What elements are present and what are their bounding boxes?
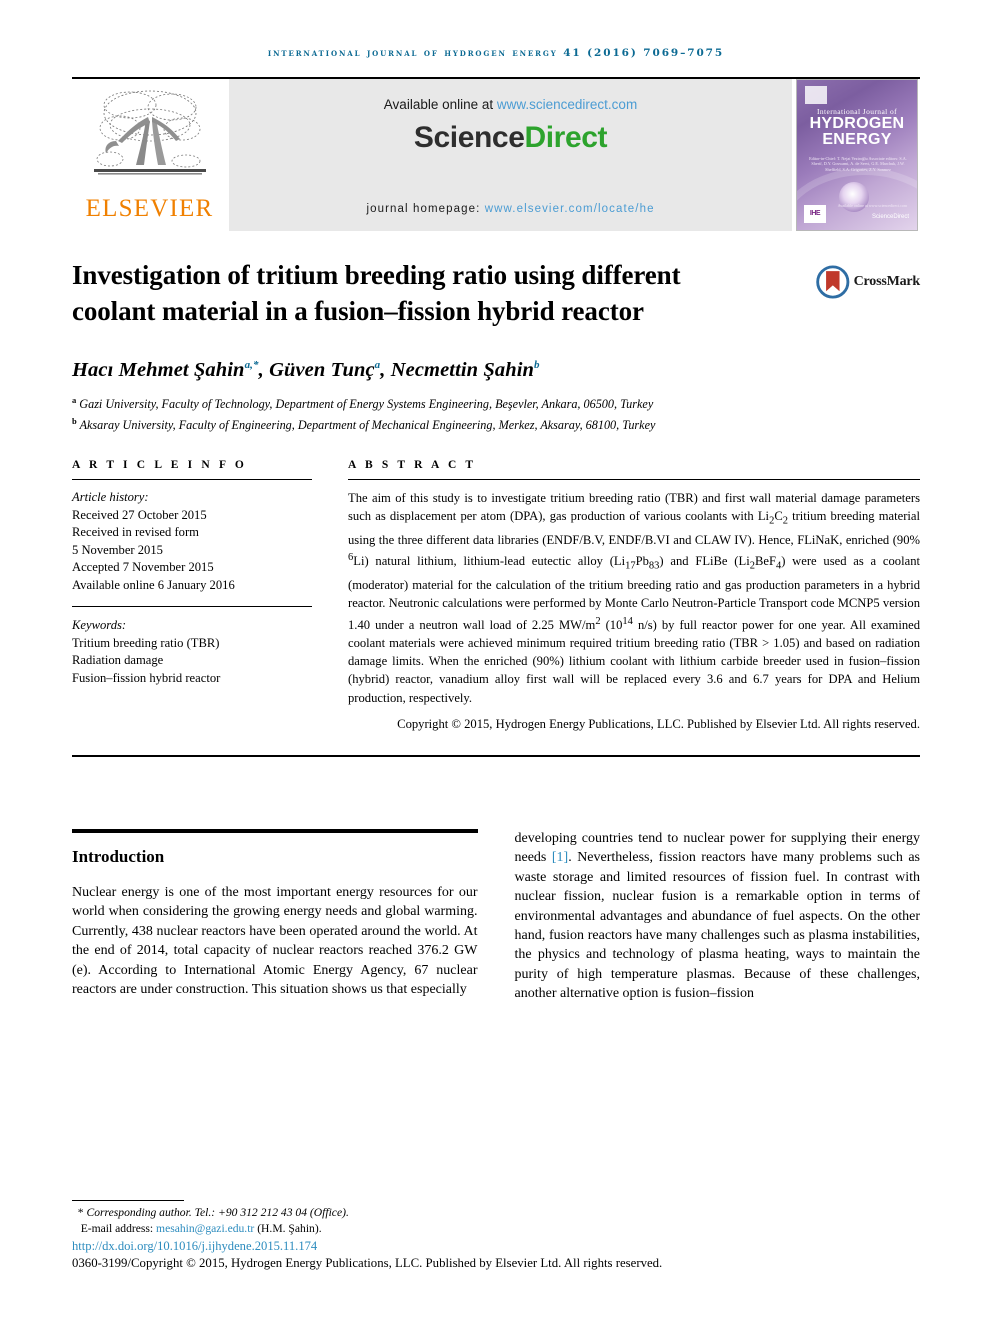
cover-energy-word: ENERGY	[822, 131, 892, 148]
author-list: Hacı Mehmet Şahina,*, Güven Tunça, Necme…	[72, 359, 540, 381]
author-marks: b	[534, 359, 540, 372]
cover-elsevier-mark	[805, 86, 827, 104]
info-abstract-section: A R T I C L E I N F O Article history: R…	[72, 459, 920, 733]
affiliation-mark: b	[72, 415, 77, 426]
intro-paragraph-left: Nuclear energy is one of the most import…	[72, 884, 478, 997]
abstract-column: A B S T R A C T The aim of this study is…	[312, 459, 920, 733]
email-suffix: (H.M. Şahin).	[254, 1221, 322, 1235]
crossmark-icon	[816, 265, 850, 299]
sciencedirect-logo-part1: Science	[413, 121, 525, 154]
cover-hydrogen-word: HYDROGEN	[809, 115, 905, 132]
footnote-rule	[72, 1200, 184, 1201]
affiliation-item: a Gazi University, Faculty of Technology…	[72, 392, 920, 413]
doi-link[interactable]: http://dx.doi.org/10.1016/j.ijhydene.201…	[72, 1239, 920, 1254]
cover-editors: Editor-in-Chief: T. Nejat Veziroğlu Asso…	[809, 156, 907, 172]
affiliation-list: a Gazi University, Faculty of Technology…	[72, 392, 920, 433]
divider	[72, 606, 312, 608]
keyword-item: Radiation damage	[72, 653, 164, 668]
issn-copyright: 0360-3199/Copyright © 2015, Hydrogen Ene…	[72, 1256, 663, 1270]
citation-link[interactable]: [1]	[552, 850, 568, 865]
affiliation-text: Gazi University, Faculty of Technology, …	[79, 397, 654, 412]
affiliation-item: b Aksaray University, Faculty of Enginee…	[72, 413, 920, 434]
email-label: E-mail address:	[80, 1221, 157, 1235]
body-column-right: developing countries tend to nuclear pow…	[515, 829, 921, 1004]
cover-imprint-mark: IHE	[804, 205, 826, 223]
article-info-heading: A R T I C L E I N F O	[72, 459, 247, 472]
author-marks: a	[374, 359, 381, 372]
author-name: Necmettin Şahin	[390, 359, 535, 381]
heading-rule	[72, 828, 478, 833]
article-history-label: Article history:	[72, 490, 149, 505]
affiliation-text: Aksaray University, Faculty of Engineeri…	[79, 417, 656, 432]
email-note: E-mail address: mesahin@gazi.edu.tr (H.M…	[72, 1221, 920, 1237]
abstract-heading: A B S T R A C T	[348, 459, 477, 472]
journal-homepage-label: journal homepage:	[366, 203, 485, 215]
intro-right-text-b: . Nevertheless, fission reactors have ma…	[514, 850, 921, 1002]
keyword-item: Fusion–fission hybrid reactor	[72, 670, 221, 685]
history-item: Available online 6 January 2016	[72, 577, 235, 592]
history-item: Received 27 October 2015	[72, 507, 207, 522]
email-link[interactable]: mesahin@gazi.edu.tr	[156, 1222, 254, 1235]
cover-title-line2: HYDROGEN ENERGY	[797, 116, 917, 148]
available-online-line: Available online at www.sciencedirect.co…	[384, 97, 637, 112]
journal-cover-image[interactable]: International Journal of HYDROGEN ENERGY…	[796, 79, 918, 231]
available-online-text: Available online at	[383, 97, 497, 112]
divider	[72, 479, 312, 481]
body-column-left: Introduction Nuclear energy is one of th…	[72, 828, 478, 1004]
corresponding-author-text: Corresponding author. Tel.: +90 312 212 …	[86, 1206, 349, 1219]
article-page: International Journal of Hydrogen Energy…	[0, 0, 992, 1323]
abstract-text: The aim of this study is to investigate …	[348, 491, 920, 705]
history-item: Received in revised form	[72, 525, 199, 540]
cover-sciencedirect-mark: ScienceDirect	[871, 214, 909, 220]
asterisk-icon: *	[77, 1206, 84, 1219]
crossmark-label: CrossMark	[853, 274, 921, 289]
sciencedirect-logo[interactable]: ScienceDirect	[413, 121, 608, 155]
section-heading-introduction: Introduction	[72, 846, 165, 866]
author-name: Hacı Mehmet Şahin	[72, 359, 245, 381]
masthead: ELSEVIER Available online at www.science…	[72, 77, 920, 231]
title-area: Investigation of tritium breeding ratio …	[72, 257, 920, 329]
elsevier-wordmark: ELSEVIER	[85, 195, 214, 222]
history-item: 5 November 2015	[72, 542, 163, 557]
article-history: Article history: Received 27 October 201…	[72, 489, 312, 594]
section-divider	[72, 754, 920, 757]
page-title: Investigation of tritium breeding ratio …	[72, 260, 681, 326]
author-marks: a,*	[244, 359, 259, 372]
article-info-column: A R T I C L E I N F O Article history: R…	[72, 459, 312, 733]
sciencedirect-banner: Available online at www.sciencedirect.co…	[229, 79, 792, 231]
elsevier-tree-icon	[93, 90, 206, 175]
affiliation-mark: a	[72, 395, 77, 405]
keyword-item: Tritium breeding ratio (TBR)	[72, 635, 220, 650]
cover-tagline: Available online at www.sciencedirect.co…	[837, 203, 907, 208]
author-name: Güven Tunç	[269, 359, 375, 381]
page-footnote: * Corresponding author. Tel.: +90 312 21…	[72, 1200, 920, 1271]
journal-homepage-link[interactable]: www.elsevier.com/locate/he	[485, 203, 655, 215]
journal-homepage-line: journal homepage: www.elsevier.com/locat…	[366, 203, 654, 215]
keywords-label: Keywords:	[72, 618, 127, 633]
sciencedirect-link[interactable]: www.sciencedirect.com	[497, 97, 637, 112]
sciencedirect-logo-part2: Direct	[524, 121, 608, 154]
history-item: Accepted 7 November 2015	[72, 560, 214, 575]
intro-paragraph-right: developing countries tend to nuclear pow…	[515, 829, 921, 1004]
abstract-copyright: Copyright © 2015, Hydrogen Energy Public…	[397, 716, 920, 731]
keyword-list: Keywords: Tritium breeding ratio (TBR) R…	[72, 617, 312, 687]
corresponding-author-note: * Corresponding author. Tel.: +90 312 21…	[72, 1205, 920, 1221]
running-head: International Journal of Hydrogen Energy…	[267, 47, 725, 59]
crossmark-badge[interactable]: CrossMark	[816, 259, 920, 305]
divider	[348, 479, 920, 481]
journal-cover-block: International Journal of HYDROGEN ENERGY…	[796, 79, 920, 231]
body-columns: Introduction Nuclear energy is one of th…	[72, 828, 921, 1004]
elsevier-logo: ELSEVIER	[72, 79, 227, 231]
